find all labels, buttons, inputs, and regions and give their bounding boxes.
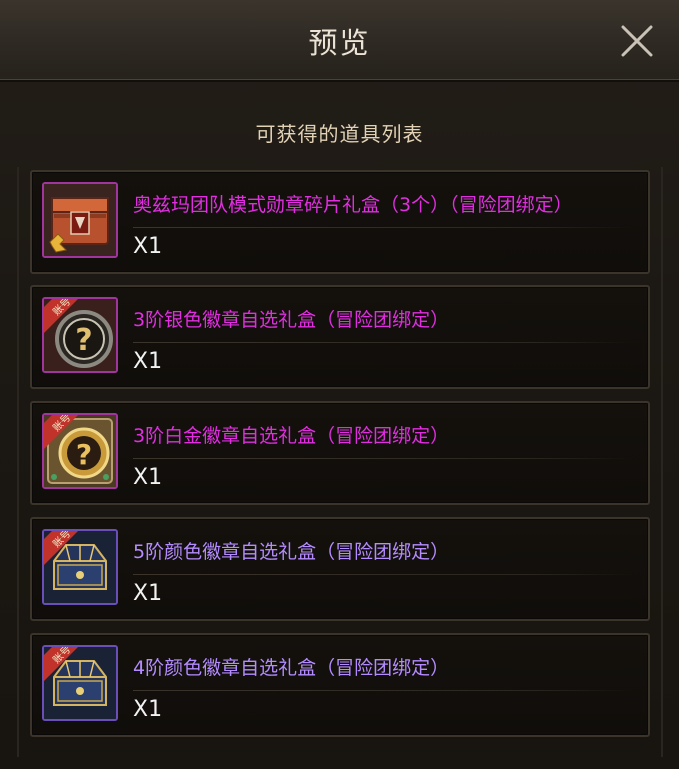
preview-dialog: 预览 可获得的道具列表 奥兹玛团队模式勋章碎片礼盒（3个）（冒险团绑定） X1 …: [0, 0, 679, 769]
item-name: 3阶银色徽章自选礼盒（冒险团绑定）: [133, 309, 450, 331]
item-quantity: X1: [133, 697, 163, 722]
svg-text:?: ?: [76, 438, 92, 471]
item-name: 4阶颜色徽章自选礼盒（冒险团绑定）: [133, 657, 450, 679]
item-name: 5阶颜色徽章自选礼盒（冒险团绑定）: [133, 541, 450, 563]
list-item[interactable]: ? 账号 3阶白金徽章自选礼盒（冒险团绑定） X1: [30, 401, 650, 505]
close-button[interactable]: [612, 16, 662, 66]
item-divider: [133, 342, 633, 343]
item-divider: [133, 458, 633, 459]
item-name: 奥兹玛团队模式勋章碎片礼盒（3个）（冒险团绑定）: [133, 194, 573, 216]
blue-chest-icon: 账号: [42, 645, 118, 721]
list-item[interactable]: ? 账号 3阶银色徽章自选礼盒（冒险团绑定） X1: [30, 285, 650, 389]
svg-text:?: ?: [75, 323, 92, 358]
item-divider: [133, 690, 633, 691]
red-chest-icon: [42, 182, 118, 258]
list-item[interactable]: 账号 4阶颜色徽章自选礼盒（冒险团绑定） X1: [30, 633, 650, 737]
item-quantity: X1: [133, 465, 163, 490]
item-divider: [133, 574, 633, 575]
item-quantity: X1: [133, 234, 163, 259]
item-divider: [133, 227, 633, 228]
silver-badge-select-box-icon: ? 账号: [42, 297, 118, 373]
list-item[interactable]: 账号 5阶颜色徽章自选礼盒（冒险团绑定） X1: [30, 517, 650, 621]
list-subtitle: 可获得的道具列表: [255, 122, 424, 146]
list-item[interactable]: 奥兹玛团队模式勋章碎片礼盒（3个）（冒险团绑定） X1: [30, 170, 650, 274]
item-name: 3阶白金徽章自选礼盒（冒险团绑定）: [133, 425, 450, 447]
item-quantity: X1: [133, 349, 163, 374]
item-quantity: X1: [133, 581, 163, 606]
dialog-header: 预览: [0, 0, 679, 82]
dialog-title: 预览: [308, 26, 371, 60]
blue-chest-icon: 账号: [42, 529, 118, 605]
close-icon: [621, 25, 653, 57]
platinum-badge-select-box-icon: ? 账号: [42, 413, 118, 489]
reward-list[interactable]: 奥兹玛团队模式勋章碎片礼盒（3个）（冒险团绑定） X1 ? 账号 3阶银色徽章自…: [17, 167, 663, 757]
